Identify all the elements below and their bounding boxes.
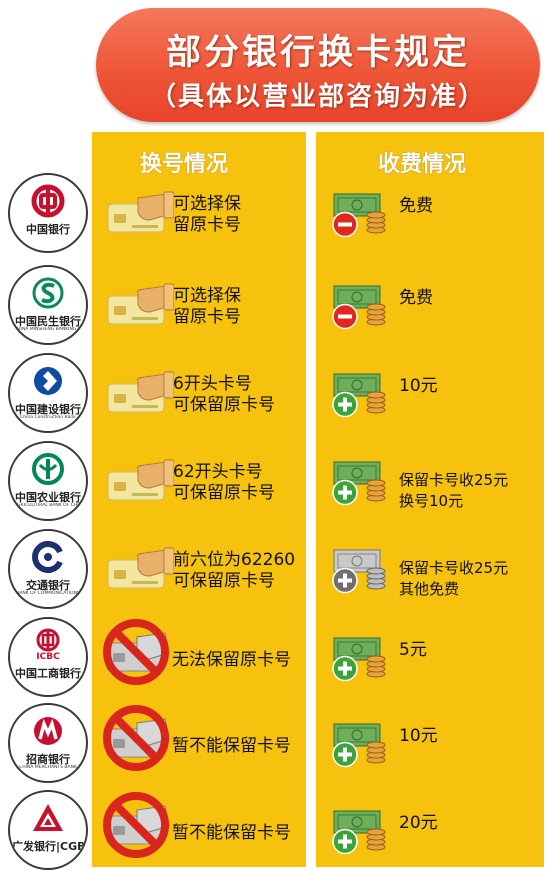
- fee-text: 保留卡号收25元 其他免费: [399, 558, 508, 600]
- fee-line: 免费: [399, 288, 433, 308]
- swap-policy-text: 前六位为62260 可保留原卡号: [173, 550, 295, 592]
- swap-column-header: 换号情况: [140, 152, 229, 177]
- swap-policy-line: 可选择保: [173, 286, 241, 306]
- swap-policy-text: 可选择保 留原卡号: [173, 286, 241, 328]
- fee-line: 保留卡号收25元: [399, 471, 509, 489]
- swap-policy-line: 62开头卡号: [173, 462, 263, 482]
- money-plus-icon: [330, 370, 390, 424]
- swap-policy-text: 暂不能保留卡号: [172, 736, 291, 757]
- cmbc-logo-icon: [10, 276, 86, 310]
- fee-line: 20元: [399, 813, 438, 833]
- swap-policy-text: 暂不能保留卡号: [172, 823, 291, 844]
- money-plus-icon: [330, 807, 390, 861]
- card-hand-icon: [104, 458, 175, 508]
- money-minus-icon: [330, 190, 390, 244]
- fee-line: 10元: [399, 376, 438, 396]
- fee-line: 免费: [399, 196, 433, 216]
- cmb-logo-icon: [10, 714, 86, 748]
- swap-policy-line: 前六位为62260: [173, 550, 296, 570]
- swap-policy-line: 暂不能保留卡号: [172, 736, 291, 756]
- header-banner: 部分银行换卡规定 （具体以营业部咨询为准）: [96, 8, 540, 122]
- money-plus-icon: [330, 720, 390, 774]
- swap-policy-line: 无法保留原卡号: [172, 650, 291, 670]
- money-plus-icon: [330, 634, 390, 688]
- swap-policy-text: 62开头卡号 可保留原卡号: [173, 462, 275, 504]
- page-subtitle: （具体以营业部咨询为准）: [149, 82, 486, 112]
- fee-line: 10元: [399, 726, 438, 746]
- bank-logo: 广发银行|CGB: [8, 790, 88, 870]
- card-hand-icon: [104, 370, 175, 420]
- swap-policy-line: 留原卡号: [173, 215, 241, 235]
- bank-name: 中国工商银行: [15, 667, 81, 680]
- money-plus-icon: [330, 458, 390, 512]
- card-forbidden-icon: [100, 790, 172, 864]
- fee-text: 保留卡号收25元 换号10元: [399, 470, 508, 512]
- card-hand-icon: [104, 546, 175, 596]
- swap-policy-line: 可保留原卡号: [173, 483, 275, 503]
- swap-policy-line: 6开头卡号: [173, 374, 252, 394]
- fee-line: 保留卡号收25元: [399, 559, 509, 577]
- fee-text: 免费: [399, 196, 433, 217]
- card-forbidden-icon: [100, 617, 172, 691]
- ccb-logo-icon: [10, 364, 86, 398]
- bank-logo: 中国银行: [8, 173, 88, 253]
- swap-policy-line: 暂不能保留卡号: [172, 823, 291, 843]
- fee-column-header: 收费情况: [378, 152, 467, 177]
- fee-text: 20元: [399, 813, 438, 834]
- bank-english-name: CHINA MINSHENG BANKING CORP., LTD.: [14, 327, 82, 332]
- bank-name: 广发银行|CGB: [12, 840, 86, 853]
- boc-logo-icon: [10, 184, 86, 218]
- bank-logo: 中国建设银行 China Construction Bank: [8, 353, 88, 433]
- bank-logo: 中国农业银行 AGRICULTURAL BANK OF CHINA: [8, 441, 88, 521]
- fee-text: 10元: [399, 376, 438, 397]
- fee-text: 5元: [399, 640, 427, 661]
- bank-english-name: AGRICULTURAL BANK OF CHINA: [14, 503, 82, 508]
- page-title: 部分银行换卡规定: [165, 33, 470, 73]
- bank-english-name: BANK OF COMMUNICATIONS: [16, 591, 80, 596]
- bank-logo: 交通银行 BANK OF COMMUNICATIONS: [8, 529, 88, 609]
- swap-policy-text: 无法保留原卡号: [172, 650, 291, 671]
- card-hand-icon: [104, 190, 175, 240]
- swap-policy-text: 6开头卡号 可保留原卡号: [173, 374, 275, 416]
- swap-policy-line: 可选择保: [173, 194, 241, 214]
- swap-policy-line: 可保留原卡号: [173, 571, 275, 591]
- bocom-logo-icon: [10, 540, 86, 574]
- card-hand-icon: [104, 282, 175, 332]
- bank-english-name: China Construction Bank: [20, 415, 76, 420]
- money-plus-gray-icon: [330, 546, 390, 600]
- swap-policy-text: 可选择保 留原卡号: [173, 194, 241, 236]
- fee-line: 换号10元: [399, 492, 464, 510]
- icbc-logo-icon: ICBC: [10, 628, 86, 662]
- swap-policy-line: 可保留原卡号: [173, 395, 275, 415]
- swap-policy-line: 留原卡号: [173, 307, 241, 327]
- fee-text: 免费: [399, 288, 433, 309]
- bank-logo: ICBC 中国工商银行: [8, 617, 88, 697]
- bank-english-name: CHINA MERCHANTS BANK: [19, 765, 77, 770]
- abc-logo-icon: [10, 452, 86, 486]
- card-forbidden-icon: [100, 703, 172, 777]
- fee-line: 其他免费: [399, 580, 460, 598]
- cgb-logo-icon: [10, 801, 86, 835]
- money-minus-icon: [330, 282, 390, 336]
- bank-name: 中国银行: [26, 223, 70, 236]
- fee-text: 10元: [399, 726, 438, 747]
- bank-logo: 招商银行 CHINA MERCHANTS BANK: [8, 703, 88, 783]
- bank-logo: 中国民生银行 CHINA MINSHENG BANKING CORP., LTD…: [8, 265, 88, 345]
- fee-line: 5元: [399, 640, 427, 660]
